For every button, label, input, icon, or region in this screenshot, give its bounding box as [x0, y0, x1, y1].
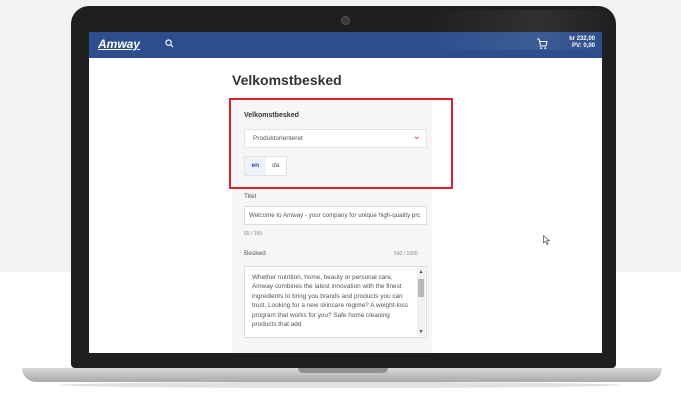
title-char-counter: 65 / 150	[244, 231, 263, 237]
webcam	[341, 16, 350, 25]
message-char-counter: 540 / 1000	[394, 251, 418, 257]
cart-summary[interactable]: kr 232,00 PV: 0,00	[551, 36, 595, 50]
scroll-up-arrow-icon[interactable]: ▲	[417, 268, 425, 276]
title-label: Titel	[244, 193, 257, 200]
message-scrollbar[interactable]: ▲ ▼	[417, 268, 425, 336]
message-textarea[interactable]: Whether nutrition, home, beauty or perso…	[244, 266, 427, 338]
cart-amount: kr 232,00	[569, 36, 595, 42]
scroll-down-arrow-icon[interactable]: ▼	[417, 328, 425, 336]
mouse-pointer-icon	[543, 235, 551, 245]
message-text: Whether nutrition, home, beauty or perso…	[252, 274, 408, 329]
page-title: Velkomstbesked	[232, 72, 342, 88]
top-navigation-bar: Amway kr 232,00 PV: 0,00	[89, 32, 602, 58]
laptop-base-notch	[298, 368, 388, 373]
message-label: Besked	[244, 250, 266, 257]
laptop-screen: Amway kr 232,00 PV: 0,00 Velkomstbesked …	[89, 32, 602, 353]
amway-logo[interactable]: Amway	[98, 37, 140, 51]
search-icon[interactable]	[165, 39, 174, 48]
scroll-thumb[interactable]	[418, 279, 424, 297]
highlight-box	[229, 98, 453, 189]
cart-icon[interactable]	[536, 38, 548, 50]
laptop-shadow	[60, 382, 620, 388]
cart-pv: PV: 0,00	[571, 43, 595, 49]
title-input[interactable]: Welcome to Amway - your company for uniq…	[244, 206, 427, 225]
